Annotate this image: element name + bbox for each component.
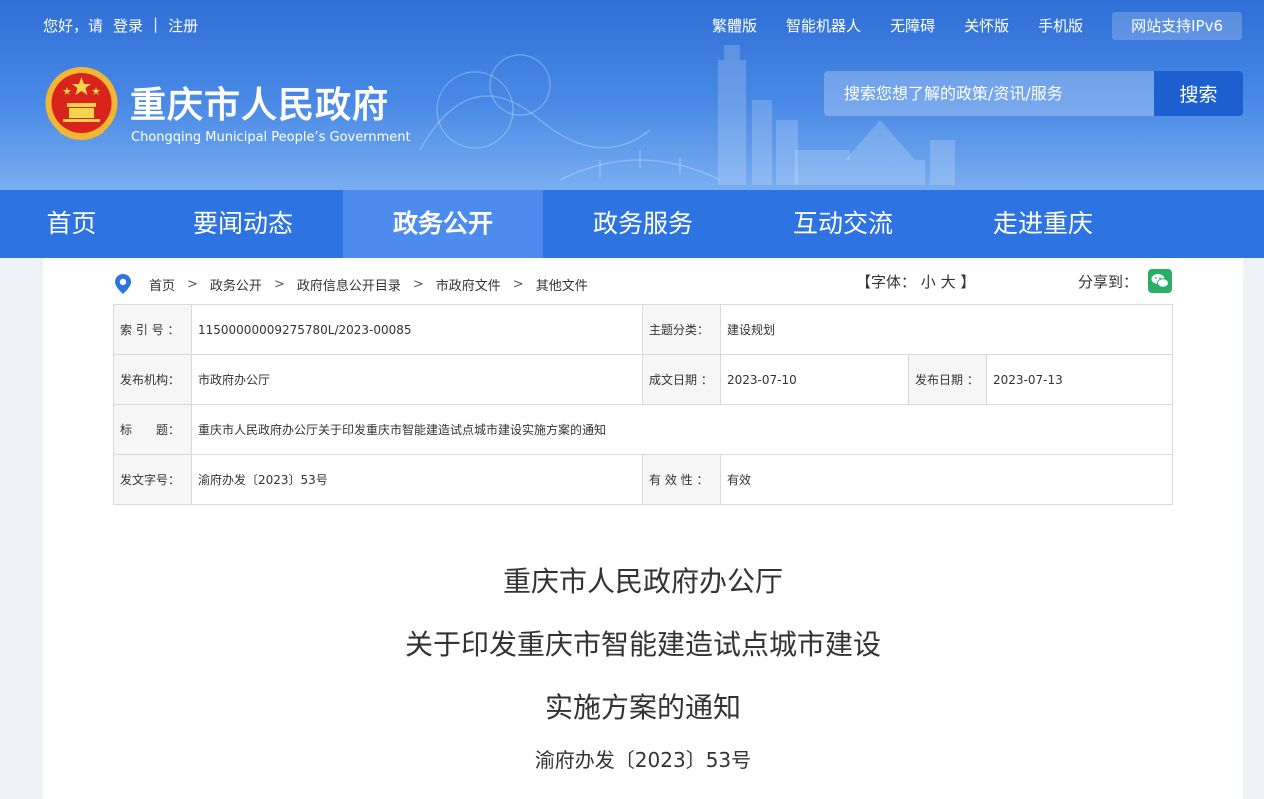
breadcrumb-other-docs[interactable]: 其他文件 — [536, 275, 588, 294]
document-title-line2: 关于印发重庆市智能建造试点城市建设 — [404, 628, 881, 661]
topic-label: 主题分类： — [642, 304, 721, 355]
org-value: 市政府办公厅 — [191, 354, 643, 405]
document-title-line3: 实施方案的通知 — [544, 691, 741, 724]
search-input[interactable] — [824, 71, 1154, 116]
breadcrumb-home[interactable]: 首页 — [149, 275, 175, 294]
breadcrumb-gov-affairs[interactable]: 政务公开 — [210, 275, 262, 294]
doc-number-label: 发文字号： — [113, 454, 192, 505]
search-button[interactable]: 搜索 — [1154, 71, 1243, 116]
index-value: 11500000009275780L/2023-00085 — [191, 304, 643, 355]
font-size-suffix: 】 — [960, 273, 976, 291]
breadcrumb-arrow: > — [273, 276, 285, 292]
breadcrumb-arrow: > — [412, 276, 424, 292]
main-nav: 首页 要闻动态 政务公开 政务服务 互动交流 走进重庆 — [0, 190, 1264, 258]
nav-item-about-chongqing[interactable]: 走进重庆 — [943, 190, 1143, 258]
font-size-prefix: 【字体： — [856, 273, 917, 291]
nav-item-gov-affairs[interactable]: 政务公开 — [343, 190, 543, 258]
robot-link[interactable]: 智能机器人 — [786, 12, 861, 40]
traditional-chinese-link[interactable]: 繁體版 — [712, 12, 757, 40]
login-link[interactable]: 登录 — [113, 15, 143, 36]
share-label: 分享到： — [1078, 272, 1139, 291]
separator: | — [153, 15, 159, 33]
published-date-value: 2023-07-13 — [986, 354, 1173, 405]
greeting-text: 您好，请 — [43, 17, 104, 35]
breadcrumb-municipal-docs[interactable]: 市政府文件 — [436, 275, 501, 294]
org-label: 发布机构： — [113, 354, 192, 405]
document-number: 渝府办发〔2023〕53号 — [534, 748, 752, 772]
utility-links: 繁體版 智能机器人 无障碍 关怀版 手机版 网站支持IPv6 — [712, 12, 1242, 40]
breadcrumb-arrow: > — [512, 276, 524, 292]
breadcrumb: 首页 > 政务公开 > 政府信息公开目录 > 市政府文件 > 其他文件 — [113, 273, 588, 295]
ipv6-badge: 网站支持IPv6 — [1112, 12, 1242, 40]
user-links: 您好，请 登录 | 注册 — [43, 15, 198, 36]
table-row: 发文字号： 渝府办发〔2023〕53号 有 效 性 ： 有效 — [113, 454, 1173, 505]
created-date-label: 成文日期 ： — [642, 354, 721, 405]
validity-value: 有效 — [720, 454, 1173, 505]
document-meta-table: 索 引 号 ： 11500000009275780L/2023-00085 主题… — [113, 304, 1173, 505]
table-row: 标 题： 重庆市人民政府办公厅关于印发重庆市智能建造试点城市建设实施方案的通知 — [113, 404, 1173, 455]
nav-item-news[interactable]: 要闻动态 — [143, 190, 343, 258]
elderly-mode-link[interactable]: 关怀版 — [964, 12, 1009, 40]
site-title: 重庆市人民政府 — [130, 85, 390, 126]
document-title-line1: 重庆市人民政府办公厅 — [502, 565, 783, 598]
topic-value: 建设规划 — [720, 304, 1173, 355]
nav-item-services[interactable]: 政务服务 — [543, 190, 743, 258]
created-date-value: 2023-07-10 — [720, 354, 909, 405]
register-link[interactable]: 注册 — [168, 15, 198, 36]
site-subtitle: Chongqing Municipal People’s Government — [131, 130, 411, 145]
validity-label: 有 效 性 ： — [642, 454, 721, 505]
wechat-icon[interactable] — [1148, 269, 1173, 293]
national-emblem-icon — [45, 67, 118, 140]
font-size-control: 【字体： 小 大 】 — [856, 271, 975, 292]
breadcrumb-directory[interactable]: 政府信息公开目录 — [297, 275, 401, 294]
share-area: 分享到： — [1078, 269, 1173, 293]
site-header: 您好，请 登录 | 注册 繁體版 智能机器人 无障碍 关怀版 手机版 网站支持I… — [0, 0, 1264, 190]
title-label: 标 题： — [113, 404, 192, 455]
index-label: 索 引 号 ： — [113, 304, 192, 355]
table-row: 索 引 号 ： 11500000009275780L/2023-00085 主题… — [113, 304, 1173, 355]
location-pin-icon — [115, 274, 131, 294]
search-bar: 搜索 — [824, 71, 1243, 116]
title-value: 重庆市人民政府办公厅关于印发重庆市智能建造试点城市建设实施方案的通知 — [191, 404, 1173, 455]
published-date-label: 发布日期 ： — [908, 354, 987, 405]
font-size-large[interactable]: 大 — [941, 273, 956, 291]
breadcrumb-arrow: > — [187, 276, 198, 292]
nav-item-interaction[interactable]: 互动交流 — [743, 190, 943, 258]
doc-number-value: 渝府办发〔2023〕53号 — [191, 454, 643, 505]
nav-item-home[interactable]: 首页 — [0, 190, 143, 258]
accessibility-link[interactable]: 无障碍 — [890, 12, 935, 40]
table-row: 发布机构： 市政府办公厅 成文日期 ： 2023-07-10 发布日期 ： 20… — [113, 354, 1173, 405]
font-size-small[interactable]: 小 — [921, 273, 936, 291]
mobile-link[interactable]: 手机版 — [1038, 12, 1083, 40]
content-card: 首页 > 政务公开 > 政府信息公开目录 > 市政府文件 > 其他文件 【字体：… — [43, 258, 1243, 799]
